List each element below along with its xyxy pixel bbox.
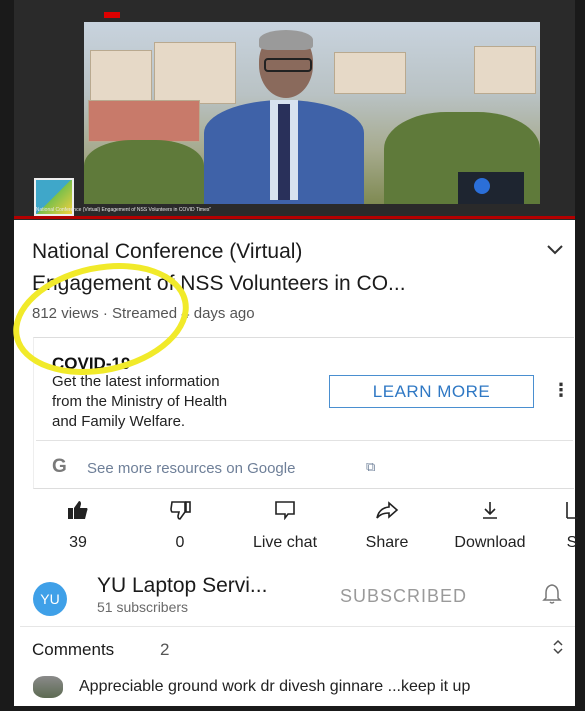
dislike-button[interactable]: 0 <box>150 500 210 552</box>
dislike-count: 0 <box>175 534 185 551</box>
share-label: Share <box>365 534 409 551</box>
more-options-icon[interactable]: ⋮ <box>552 380 570 401</box>
channel-name[interactable]: YU Laptop Servi... <box>97 574 267 598</box>
thumbs-down-icon <box>150 500 210 526</box>
frame-right <box>575 0 585 711</box>
thumbs-up-icon <box>58 500 98 526</box>
video-ticker: "National Conference (Virtual) Engagemen… <box>34 207 212 213</box>
frame-left <box>0 0 14 711</box>
divider <box>20 626 575 627</box>
share-button[interactable]: Share <box>355 500 419 552</box>
video-title-line2[interactable]: Engagement of NSS Volunteers in CO... <box>32 272 406 296</box>
video-meta: 812 views · Streamed 4 days ago <box>32 305 255 322</box>
participant-tile <box>458 172 524 204</box>
video-progress-bar[interactable] <box>14 216 575 219</box>
building <box>88 100 200 142</box>
live-chat-label: Live chat <box>252 534 318 551</box>
video-title-line1[interactable]: National Conference (Virtual) <box>32 240 302 264</box>
google-icon: G <box>52 456 67 477</box>
learn-more-button[interactable]: LEARN MORE <box>329 375 534 408</box>
comments-header[interactable]: Comments <box>32 640 114 660</box>
share-icon <box>355 500 419 526</box>
building <box>474 46 536 94</box>
subscriber-count: 51 subscribers <box>97 599 189 615</box>
download-label: Download <box>454 534 526 551</box>
covid-body: Get the latest information from the Mini… <box>52 372 312 432</box>
live-chat-button[interactable]: Live chat <box>242 500 328 552</box>
chat-icon <box>242 500 328 526</box>
trees <box>84 140 204 204</box>
channel-avatar[interactable]: YU <box>33 582 67 616</box>
speaker-tie <box>278 104 290 200</box>
google-resources-link[interactable]: See more resources on Google <box>87 460 295 477</box>
divider <box>36 440 573 441</box>
subscribed-button[interactable]: SUBSCRIBED <box>340 586 467 607</box>
video-player[interactable]: "National Conference (Virtual) Engagemen… <box>14 0 575 220</box>
covid-body-line: Get the latest information <box>52 373 220 390</box>
top-comment[interactable]: Appreciable ground work dr divesh ginnar… <box>79 678 470 696</box>
like-button[interactable]: 39 <box>58 500 98 552</box>
covid-body-line: and Family Welfare. <box>52 413 186 430</box>
covid-heading: COVID-19 <box>52 354 131 373</box>
save-button[interactable]: S <box>562 500 582 552</box>
speaker <box>204 30 364 204</box>
download-button[interactable]: Download <box>440 500 540 552</box>
save-icon <box>562 500 582 526</box>
speaker-glasses <box>264 58 312 72</box>
speaker-hair <box>259 30 313 50</box>
chevron-down-icon[interactable] <box>546 236 564 262</box>
frame-bottom <box>0 706 585 711</box>
participant-avatar-icon <box>474 178 490 194</box>
comments-count: 2 <box>160 640 170 659</box>
live-badge <box>104 12 120 18</box>
bell-icon[interactable] <box>542 583 562 611</box>
covid-body-line: from the Ministry of Health <box>52 393 228 410</box>
expand-comments-icon[interactable] <box>552 639 564 660</box>
save-label: S <box>566 534 578 551</box>
download-icon <box>440 500 540 526</box>
external-link-icon[interactable]: ⧉ <box>366 459 375 475</box>
building <box>90 50 152 102</box>
commenter-avatar[interactable] <box>33 676 63 698</box>
like-count: 39 <box>69 534 87 551</box>
